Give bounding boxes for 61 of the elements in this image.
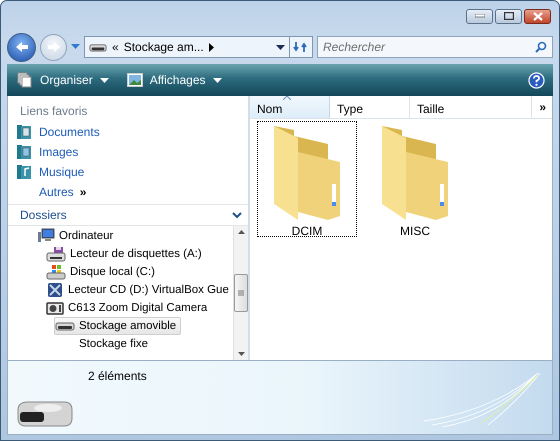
folder-item[interactable]: DCIM (257, 121, 357, 237)
refresh-button[interactable] (289, 36, 313, 58)
toolbar-menu-button[interactable]: Organiser (15, 69, 111, 91)
back-button[interactable] (7, 32, 36, 62)
library-folder-icon (16, 144, 32, 160)
tree-item[interactable]: Ordinateur (36, 227, 118, 245)
floppy-drive-icon (46, 246, 66, 262)
computer-icon (37, 228, 55, 244)
more-chevron[interactable]: » (80, 185, 86, 199)
more-link[interactable]: Autres (39, 185, 74, 199)
drive-icon (89, 42, 107, 52)
disk-drive-icon (46, 264, 66, 280)
folder-item[interactable]: MISC (365, 121, 465, 237)
overflow-chevron[interactable]: « (112, 40, 119, 54)
tree-item[interactable]: Stockage fixe (54, 335, 154, 353)
favorite-link[interactable]: Musique (8, 162, 248, 182)
minimize-icon (474, 14, 484, 18)
pages-icon (17, 72, 33, 88)
search-field[interactable]: Rechercher (317, 36, 553, 58)
breadcrumb-arrow-icon[interactable] (208, 42, 214, 52)
scroll-down-icon[interactable] (238, 352, 244, 356)
address-bar[interactable]: « Stockage am... (84, 36, 290, 58)
dropdown-arrow-icon (71, 44, 80, 50)
scroll-up-icon[interactable] (238, 230, 244, 234)
forward-arrow-icon (46, 41, 60, 53)
favorite-link[interactable]: Documents (8, 122, 248, 142)
dropdown-arrow-icon (212, 78, 222, 82)
tree-item[interactable]: C613 Zoom Digital Camera (45, 299, 212, 317)
column-header[interactable]: Nom (250, 96, 330, 118)
grip-icon (238, 290, 244, 296)
tree-item[interactable]: Lecteur CD (D:) VirtualBox Gue (45, 281, 233, 299)
tree-item[interactable]: Stockage amovible (54, 317, 182, 335)
favorite-link[interactable]: Images (8, 142, 248, 162)
scroll-thumb[interactable] (234, 274, 248, 312)
favorites-heading: Liens favoris (19, 103, 88, 120)
help-button[interactable] (528, 72, 545, 88)
tree-item[interactable]: Disque local (C:) (45, 263, 160, 281)
refresh-icon (293, 40, 309, 54)
tree-item[interactable]: Lecteur de disquettes (A:) (45, 245, 207, 263)
more-columns-chevron[interactable]: » (539, 100, 546, 114)
minimize-button[interactable] (466, 8, 493, 24)
search-icon (535, 41, 547, 53)
toolbar-menu-button[interactable]: Affichages (124, 70, 224, 90)
maximize-button[interactable] (495, 8, 522, 24)
library-folder-icon (16, 164, 32, 180)
dropdown-arrow-icon (276, 44, 285, 50)
camera-icon (46, 301, 64, 315)
folders-header[interactable]: Dossiers (8, 204, 248, 226)
dropdown-arrow-icon (100, 78, 109, 82)
scrollbar[interactable] (233, 226, 248, 360)
breadcrumb[interactable]: Stockage am... (124, 40, 204, 54)
status-text: 2 éléments (88, 369, 147, 385)
maximize-icon (504, 12, 514, 20)
picture-icon (126, 73, 143, 87)
removable-drive-icon (55, 321, 75, 331)
history-dropdown-button[interactable] (71, 44, 80, 50)
close-button[interactable] (524, 8, 551, 24)
close-icon (532, 12, 542, 20)
library-folder-icon (16, 124, 32, 140)
chevron-down-icon (232, 212, 242, 218)
back-arrow-icon (14, 41, 28, 53)
